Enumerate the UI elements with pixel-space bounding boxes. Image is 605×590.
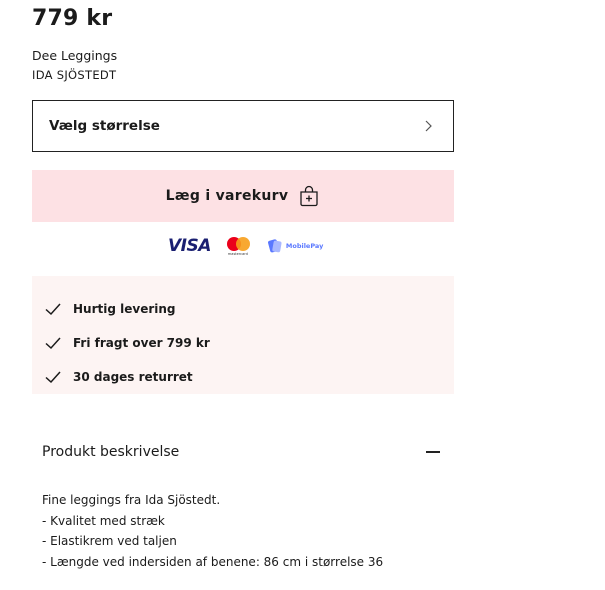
product-brand[interactable]: IDA SJÖSTEDT <box>32 68 116 82</box>
payment-methods: VISA mastercard MobilePay <box>168 233 328 259</box>
minus-icon <box>426 451 440 453</box>
check-icon <box>45 371 61 384</box>
description-accordion-header[interactable]: Produkt beskrivelse <box>42 440 440 464</box>
description-title: Produkt beskrivelse <box>42 444 180 460</box>
size-select[interactable]: Vælg størrelse <box>32 100 454 152</box>
mobilepay-logo: MobilePay <box>267 238 323 254</box>
usp-box: Hurtig levering Fri fragt over 799 kr 30… <box>32 276 454 394</box>
mastercard-logo: mastercard <box>226 235 251 257</box>
shopping-bag-plus-icon <box>300 185 318 207</box>
size-select-label: Vælg størrelse <box>49 118 160 134</box>
usp-item: Hurtig levering <box>44 292 454 326</box>
check-icon <box>45 337 61 350</box>
chevron-right-icon <box>425 120 432 132</box>
description-line: - Kvalitet med stræk <box>42 513 165 528</box>
add-to-cart-label: Læg i varekurv <box>165 188 289 204</box>
usp-text: 30 dages returret <box>73 370 193 384</box>
mobilepay-icon <box>267 239 282 253</box>
description-body: Fine leggings fra Ida Sjöstedt. - Kvalit… <box>42 490 383 572</box>
check-icon <box>45 303 61 316</box>
product-name: Dee Leggings <box>32 48 118 63</box>
description-line: Fine leggings fra Ida Sjöstedt. <box>42 493 221 507</box>
visa-logo: VISA <box>168 236 211 256</box>
description-line: - Længde ved indersiden af benene: 86 cm… <box>42 554 384 569</box>
add-to-cart-button[interactable]: Læg i varekurv <box>32 170 454 222</box>
usp-item: Fri fragt over 799 kr <box>44 326 454 360</box>
description-line: - Elastikrem ved taljen <box>42 534 177 548</box>
mastercard-wordmark: mastercard <box>227 252 248 256</box>
product-price: 779 kr <box>32 6 113 31</box>
usp-text: Fri fragt over 799 kr <box>73 336 210 350</box>
usp-text: Hurtig levering <box>73 302 176 316</box>
mobilepay-wordmark: MobilePay <box>285 242 324 250</box>
usp-item: 30 dages returret <box>44 360 454 394</box>
